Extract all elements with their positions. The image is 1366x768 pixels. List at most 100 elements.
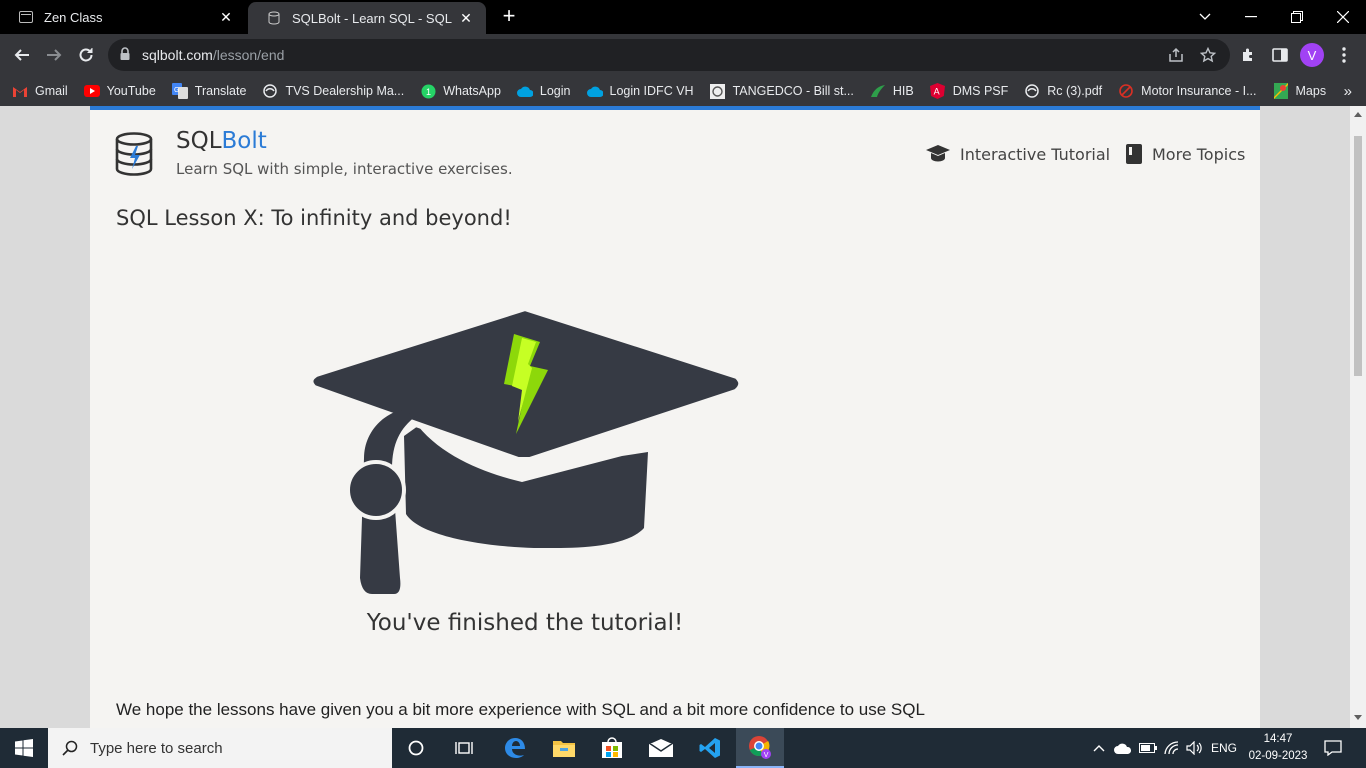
brand-name[interactable]: SQLBolt: [176, 128, 267, 154]
bookmark-tvs-dealership[interactable]: TVS Dealership Ma...: [262, 83, 404, 99]
language-indicator[interactable]: ENG: [1208, 728, 1240, 768]
share-icon[interactable]: [1160, 39, 1192, 71]
lesson-title: SQL Lesson X: To infinity and beyond!: [116, 206, 512, 230]
zen-class-favicon-icon: [18, 9, 34, 25]
database-bolt-logo-icon[interactable]: [114, 132, 154, 181]
side-panel-icon[interactable]: [1264, 39, 1296, 71]
bookmark-gmail[interactable]: Gmail: [12, 83, 68, 99]
chrome-icon[interactable]: V: [736, 728, 784, 768]
bookmark-login-idfc[interactable]: Login IDFC VH: [586, 83, 694, 99]
tab-sqlbolt[interactable]: SQLBolt - Learn SQL - SQL Lesson X: To i…: [248, 2, 486, 34]
file-explorer-icon[interactable]: [540, 728, 588, 768]
bookmark-rc-pdf[interactable]: Rc (3).pdf: [1024, 83, 1102, 99]
nav-label: More Topics: [1152, 144, 1246, 164]
bookmark-label: YouTube: [106, 84, 156, 98]
onedrive-icon[interactable]: [1112, 728, 1134, 768]
bookmark-label: WhatsApp: [443, 84, 501, 98]
bookmark-star-icon[interactable]: [1192, 39, 1224, 71]
motor-icon: [1118, 83, 1134, 99]
start-button[interactable]: [0, 728, 48, 768]
bookmark-translate[interactable]: G Translate: [171, 83, 247, 99]
taskbar-search-box[interactable]: Type here to search: [48, 728, 392, 768]
page-viewport: SQLBolt Learn SQL with simple, interacti…: [0, 106, 1350, 728]
book-icon: [1126, 144, 1142, 164]
body-paragraph: We hope the lessons have given you a bit…: [116, 700, 925, 719]
vscode-icon[interactable]: [686, 728, 734, 768]
scroll-up-icon[interactable]: [1354, 112, 1362, 117]
cortana-icon[interactable]: [392, 728, 440, 768]
clock[interactable]: 14:47 02-09-2023: [1242, 731, 1314, 765]
restore-button[interactable]: [1274, 0, 1320, 34]
bookmark-label: DMS PSF: [952, 84, 1009, 98]
search-icon: [62, 740, 78, 756]
scroll-thumb[interactable]: [1354, 136, 1362, 376]
bookmark-whatsapp[interactable]: 1 WhatsApp: [420, 83, 501, 99]
translate-icon: G: [171, 83, 188, 99]
bookmark-label: TANGEDCO - Bill st...: [732, 84, 854, 98]
bookmark-label: Rc (3).pdf: [1047, 84, 1103, 98]
lock-icon[interactable]: [120, 47, 130, 66]
brand-bolt-text: Bolt: [221, 128, 267, 154]
battery-icon[interactable]: [1137, 728, 1159, 768]
url-text[interactable]: sqlbolt.com/lesson/end: [142, 47, 284, 63]
search-placeholder: Type here to search: [90, 739, 223, 757]
bookmark-dms-psf[interactable]: A DMS PSF: [930, 83, 1009, 99]
bookmark-label: Login: [539, 84, 571, 98]
notifications-icon[interactable]: [1318, 728, 1348, 768]
close-window-button[interactable]: [1320, 0, 1366, 34]
wifi-icon[interactable]: [1161, 728, 1183, 768]
svg-text:G: G: [174, 87, 179, 94]
task-view-icon[interactable]: [440, 728, 488, 768]
close-tab-icon[interactable]: ✕: [456, 8, 476, 28]
minimize-button[interactable]: [1228, 0, 1274, 34]
tab-zen-class[interactable]: Zen Class ✕: [0, 0, 246, 34]
bookmark-tangedco[interactable]: TANGEDCO - Bill st...: [710, 83, 854, 99]
bookmark-label: Motor Insurance - I...: [1141, 84, 1257, 98]
hib-icon: [870, 83, 886, 99]
svg-text:A: A: [934, 87, 940, 97]
forward-icon[interactable]: [38, 39, 70, 71]
cloud-icon: [586, 83, 603, 99]
tangedco-icon: [710, 83, 726, 99]
bookmark-youtube[interactable]: YouTube: [83, 83, 156, 99]
nav-interactive-tutorial[interactable]: Interactive Tutorial: [926, 144, 1110, 164]
clock-date: 02-09-2023: [1248, 750, 1308, 762]
menu-dots-icon[interactable]: [1328, 39, 1360, 71]
tagline: Learn SQL with simple, interactive exerc…: [176, 160, 513, 178]
page-scrollbar[interactable]: [1350, 106, 1366, 728]
more-bookmarks-button[interactable]: »: [1344, 83, 1352, 100]
nav-more-topics[interactable]: More Topics: [1126, 144, 1245, 164]
browser-toolbar: sqlbolt.com/lesson/end V: [0, 34, 1366, 76]
graduation-cap-icon: [926, 144, 950, 164]
bookmark-label: Translate: [194, 84, 247, 98]
close-tab-icon[interactable]: ✕: [216, 7, 236, 27]
bookmark-hib[interactable]: HIB: [870, 83, 914, 99]
windows-taskbar: Type here to search V ENG 14:47 02-09-20…: [0, 728, 1366, 768]
mail-icon[interactable]: [637, 728, 685, 768]
bookmark-login[interactable]: Login: [516, 83, 571, 99]
tab-strip: Zen Class ✕ SQLBolt - Learn SQL - SQL Le…: [0, 0, 1366, 34]
maps-icon: [1273, 83, 1289, 99]
tab-search-icon[interactable]: [1182, 0, 1228, 34]
reload-icon[interactable]: [70, 39, 102, 71]
new-tab-button[interactable]: +: [497, 5, 521, 29]
profile-avatar[interactable]: V: [1296, 39, 1328, 71]
show-hidden-icons-icon[interactable]: [1090, 728, 1108, 768]
bookmark-maps[interactable]: Maps: [1273, 83, 1327, 99]
globe-icon: [1024, 83, 1040, 99]
address-bar[interactable]: sqlbolt.com/lesson/end: [108, 39, 1230, 71]
angular-icon: A: [930, 83, 946, 99]
back-icon[interactable]: [6, 39, 38, 71]
edge-icon[interactable]: [491, 728, 539, 768]
bookmark-label: TVS Dealership Ma...: [285, 84, 405, 98]
extensions-icon[interactable]: [1232, 39, 1264, 71]
gmail-icon: [12, 83, 28, 99]
brand-sql-text: SQL: [176, 128, 222, 154]
bookmark-motor-insurance[interactable]: Motor Insurance - I...: [1118, 83, 1257, 99]
youtube-icon: [83, 83, 100, 99]
microsoft-store-icon[interactable]: [588, 728, 636, 768]
scroll-down-icon[interactable]: [1354, 715, 1362, 720]
bookmark-label: Maps: [1295, 84, 1327, 98]
volume-icon[interactable]: [1184, 728, 1206, 768]
tab-title: SQLBolt - Learn SQL - SQL Lesson X: To i…: [292, 10, 456, 26]
